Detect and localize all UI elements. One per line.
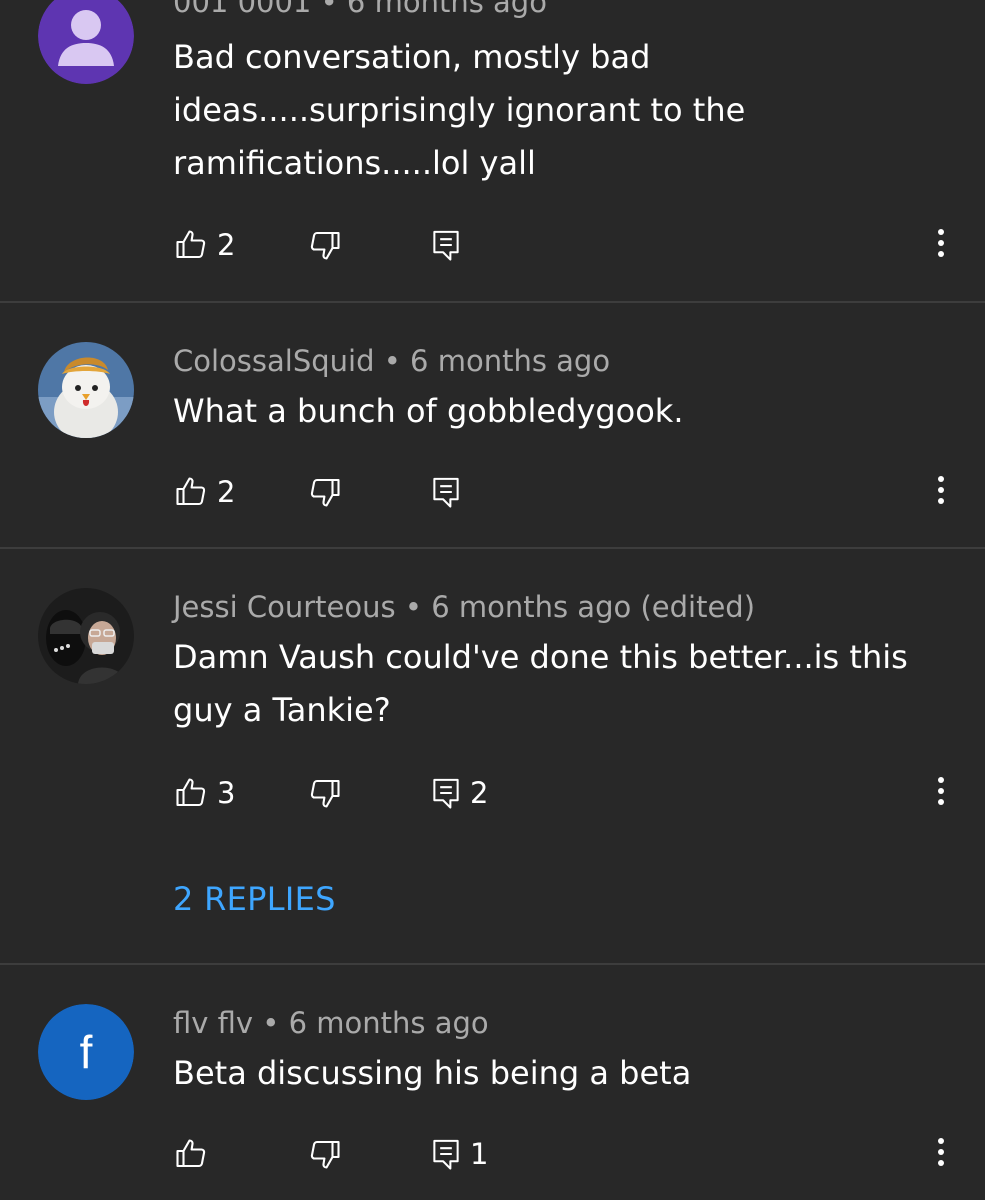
like-count: 2: [217, 228, 236, 262]
like-count: 2: [217, 475, 236, 509]
generic-person-avatar-icon: [38, 0, 134, 84]
comment-text: Damn Vaush could've done this better...i…: [173, 631, 953, 737]
reply-count: 1: [470, 1137, 489, 1171]
comment-time: 6 months ago: [431, 590, 632, 624]
comment-time: 6 months ago: [410, 344, 611, 378]
comment-text: What a bunch of gobbledygook.: [173, 385, 953, 438]
thumbs-up-icon: [176, 1139, 206, 1168]
reply-button[interactable]: [430, 225, 462, 265]
dislike-button[interactable]: [307, 773, 343, 813]
comment-text-line: Beta discussing his being a beta: [173, 1054, 692, 1092]
thumbs-down-icon: [310, 478, 340, 507]
reply-comment-icon: [433, 477, 459, 508]
comment-text-line: ramifications.....lol yall: [173, 144, 536, 182]
more-options-button[interactable]: [926, 223, 956, 263]
reply-button[interactable]: [430, 472, 462, 512]
comment-time: 6 months ago: [346, 0, 547, 19]
more-vertical-icon: [938, 229, 944, 257]
comment-text: Beta discussing his being a beta: [173, 1047, 953, 1100]
avatar[interactable]: [38, 588, 134, 684]
meta-separator: •: [404, 590, 422, 624]
comment-meta: ColossalSquid • 6 months ago: [173, 343, 610, 379]
thumbs-down-icon: [310, 1140, 340, 1169]
comment-divider: [0, 963, 985, 965]
meta-separator: •: [262, 1006, 280, 1040]
avatar[interactable]: [38, 342, 134, 438]
more-vertical-icon: [938, 777, 944, 805]
person-photo-avatar-icon: [38, 588, 134, 684]
dislike-button[interactable]: [307, 225, 343, 265]
edited-label: (edited): [640, 590, 756, 624]
reply-comment-icon: [433, 1139, 459, 1170]
thumbs-up-icon: [176, 477, 206, 506]
comment-text-line: What a bunch of gobbledygook.: [173, 392, 684, 430]
reply-comment-icon: [433, 230, 459, 261]
comment-text-line: Damn Vaush could've done this better...i…: [173, 638, 908, 676]
dislike-button[interactable]: [307, 472, 343, 512]
avatar[interactable]: [38, 0, 134, 84]
comment-author[interactable]: ColossalSquid: [173, 344, 375, 378]
comment-meta: flv flv • 6 months ago: [173, 1005, 489, 1041]
thumbs-up-icon: [176, 778, 206, 807]
thumbs-up-icon: [176, 230, 206, 259]
comment-text-line: guy a Tankie?: [173, 691, 391, 729]
more-options-button[interactable]: [926, 1132, 956, 1172]
meta-separator: •: [320, 0, 338, 19]
comments-feed: 001 0001 • 6 months ago Bad conversation…: [0, 0, 985, 1200]
avatar[interactable]: f: [38, 1004, 134, 1100]
more-vertical-icon: [938, 1138, 944, 1166]
meta-separator: •: [383, 344, 401, 378]
thumbs-down-icon: [310, 779, 340, 808]
more-options-button[interactable]: [926, 771, 956, 811]
chicken-photo-avatar-icon: [38, 342, 134, 438]
more-options-button[interactable]: [926, 470, 956, 510]
comment-meta: Jessi Courteous • 6 months ago (edited): [173, 589, 755, 625]
avatar-letter: f: [80, 1026, 93, 1078]
comment-text-line: ideas.....surprisingly ignorant to the: [173, 91, 746, 129]
comment-meta: 001 0001 • 6 months ago: [173, 0, 547, 20]
more-vertical-icon: [938, 476, 944, 504]
comment-time: 6 months ago: [288, 1006, 489, 1040]
letter-avatar-icon: f: [38, 1004, 134, 1100]
comment-divider: [0, 547, 985, 549]
comment-author[interactable]: flv flv: [173, 1006, 253, 1040]
comment-author[interactable]: Jessi Courteous: [173, 590, 396, 624]
reply-comment-icon: [433, 778, 459, 809]
comment-divider: [0, 301, 985, 303]
like-button[interactable]: 2: [173, 472, 235, 512]
reply-count: 2: [470, 776, 489, 810]
dislike-button[interactable]: [307, 1134, 343, 1174]
reply-button[interactable]: 1: [430, 1134, 488, 1174]
comment-text-line: Bad conversation, mostly bad: [173, 38, 651, 76]
like-button[interactable]: 2: [173, 225, 235, 265]
like-count: 3: [217, 776, 236, 810]
reply-button[interactable]: 2: [430, 773, 488, 813]
comment-text: Bad conversation, mostly bad ideas.....s…: [173, 31, 953, 190]
comment-author[interactable]: 001 0001: [173, 0, 311, 19]
thumbs-down-icon: [310, 231, 340, 260]
like-button[interactable]: [173, 1134, 209, 1174]
view-replies-link[interactable]: 2 REPLIES: [173, 879, 336, 919]
like-button[interactable]: 3: [173, 773, 235, 813]
